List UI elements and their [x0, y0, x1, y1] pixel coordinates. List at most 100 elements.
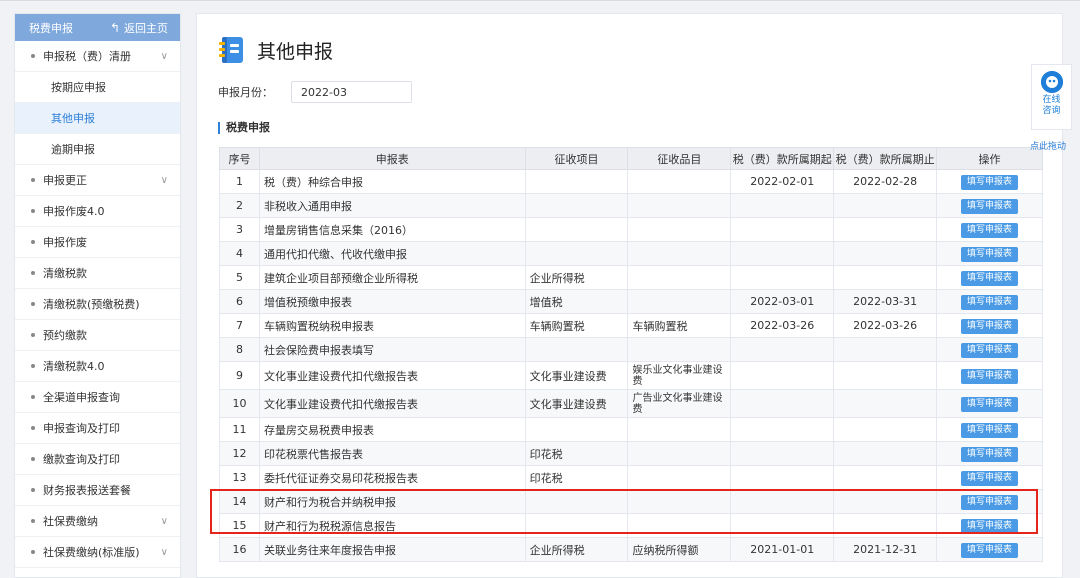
fill-form-button[interactable]: 填写申报表: [961, 318, 1019, 334]
table-cell-no: 8: [219, 337, 260, 362]
fill-form-button[interactable]: 填写申报表: [961, 294, 1019, 310]
fill-form-button[interactable]: 填写申报表: [961, 342, 1019, 358]
sidebar-group[interactable]: 申报作废4.0: [15, 196, 180, 227]
online-consult-widget[interactable]: 在线 咨询: [1031, 64, 1072, 130]
table-cell-start: [730, 337, 835, 362]
table-cell-no: 3: [219, 217, 260, 242]
sidebar-subitem[interactable]: 按期应申报: [15, 72, 180, 103]
table-cell-form: 财产和行为税税源信息报告: [258, 513, 526, 538]
table-cell-sub: [627, 513, 732, 538]
table-cell-action: 填写申报表: [936, 441, 1043, 466]
sidebar-group-label: 缴款查询及打印: [43, 453, 120, 466]
table-cell-item: 企业所得税: [524, 537, 629, 562]
fill-form-button[interactable]: 填写申报表: [961, 446, 1019, 462]
fill-form-button[interactable]: 填写申报表: [961, 368, 1019, 384]
sidebar-group[interactable]: 申报查询及打印: [15, 413, 180, 444]
table-row: 3 增量房销售信息采集（2016） 填写申报表: [219, 217, 1043, 242]
table-cell-item: 文化事业建设费: [524, 361, 629, 390]
table-cell-end: [833, 217, 938, 242]
fill-form-button[interactable]: 填写申报表: [961, 470, 1019, 486]
table-cell-end: [833, 513, 938, 538]
back-home-button[interactable]: ↰ 返回主页: [110, 20, 168, 36]
table-cell-start: 2021-01-01: [730, 537, 835, 562]
table-cell-end: [833, 193, 938, 218]
sidebar-group-label: 社保费缴纳(标准版): [43, 546, 140, 559]
sidebar-group[interactable]: 预约缴款: [15, 320, 180, 351]
sidebar-group-label: 申报作废4.0: [43, 205, 105, 218]
table-cell-action: 填写申报表: [936, 241, 1043, 266]
table-cell-end: 2022-03-26: [833, 313, 938, 338]
table-row: 16 关联业务往来年度报告申报 企业所得税 应纳税所得额 2021-01-01 2021-…: [219, 537, 1043, 562]
sidebar-group[interactable]: 财务报表报送套餐: [15, 475, 180, 506]
sidebar-group-left: 清缴税款: [31, 265, 87, 281]
sidebar-group[interactable]: 清缴税款4.0: [15, 351, 180, 382]
table-cell-no: 2: [219, 193, 260, 218]
fill-form-button[interactable]: 填写申报表: [961, 396, 1019, 412]
sidebar-group[interactable]: 申报税（费）清册 ∨: [15, 41, 180, 72]
fill-form-button[interactable]: 填写申报表: [961, 270, 1019, 286]
fill-form-button[interactable]: 填写申报表: [961, 174, 1019, 190]
fill-form-button[interactable]: 填写申报表: [961, 494, 1019, 510]
sidebar-group-left: 预约缴款: [31, 327, 87, 343]
table-cell-sub: [627, 193, 732, 218]
bullet-dot-icon: [31, 426, 35, 430]
table-cell-sub: [627, 217, 732, 242]
column-header: 税（费）款所属期止: [833, 147, 938, 170]
sidebar-subitem[interactable]: 逾期申报: [15, 134, 180, 165]
sidebar-group[interactable]: 缴款查询及打印: [15, 444, 180, 475]
chat-bot-icon: [1040, 71, 1063, 93]
table-cell-action: 填写申报表: [936, 217, 1043, 242]
column-header: 操作: [936, 147, 1043, 170]
table-cell-form: 文化事业建设费代扣代缴报告表: [258, 361, 526, 390]
table-cell-start: 2022-03-01: [730, 289, 835, 314]
column-header: 申报表: [258, 147, 526, 170]
fill-form-button[interactable]: 填写申报表: [961, 542, 1019, 558]
table-cell-action: 填写申报表: [936, 337, 1043, 362]
table-cell-form: 车辆购置税纳税申报表: [258, 313, 526, 338]
table-cell-start: [730, 417, 835, 442]
sidebar-group[interactable]: 社保费缴纳(标准版) ∨: [15, 537, 180, 568]
table-cell-end: [833, 361, 938, 390]
table-cell-end: [833, 489, 938, 514]
table-cell-no: 13: [219, 465, 260, 490]
sidebar-group[interactable]: 清缴税款: [15, 258, 180, 289]
sidebar-group[interactable]: 申报更正 ∨: [15, 165, 180, 196]
table-cell-start: [730, 217, 835, 242]
bullet-dot-icon: [31, 364, 35, 368]
page-title: 其他申报: [257, 40, 334, 63]
sidebar-group-label: 清缴税款: [43, 267, 87, 280]
drag-hint[interactable]: 点此拖动: [1030, 139, 1066, 152]
fill-form-button[interactable]: 填写申报表: [961, 246, 1019, 262]
fill-form-button[interactable]: 填写申报表: [961, 222, 1019, 238]
sidebar-group-label: 预约缴款: [43, 329, 87, 342]
sidebar-group[interactable]: 全渠道申报查询: [15, 382, 180, 413]
table-cell-no: 4: [219, 241, 260, 266]
sidebar-group-label: 清缴税款4.0: [43, 360, 105, 373]
table-cell-form: 关联业务往来年度报告申报: [258, 537, 526, 562]
fill-form-button[interactable]: 填写申报表: [961, 422, 1019, 438]
table-cell-action: 填写申报表: [936, 489, 1043, 514]
sidebar-group[interactable]: 清缴税款(预缴税费): [15, 289, 180, 320]
table-cell-end: [833, 441, 938, 466]
table-cell-item: 印花税: [524, 465, 629, 490]
table-cell-start: [730, 441, 835, 466]
bullet-dot-icon: [31, 302, 35, 306]
sidebar-group-left: 申报作废4.0: [31, 203, 105, 219]
bullet-dot-icon: [31, 54, 35, 58]
sidebar-group[interactable]: 申报作废: [15, 227, 180, 258]
table-cell-end: 2022-02-28: [833, 169, 938, 194]
table-cell-action: 填写申报表: [936, 361, 1043, 390]
consult-label-line2: 咨询: [1042, 106, 1061, 116]
table-cell-no: 11: [219, 417, 260, 442]
column-header: 序号: [219, 147, 260, 170]
bullet-dot-icon: [31, 209, 35, 213]
bullet-dot-icon: [31, 519, 35, 523]
month-input[interactable]: 2022-03: [291, 81, 412, 103]
sidebar-group[interactable]: 社保费缴纳 ∨: [15, 506, 180, 537]
section-title: 税费申报: [218, 122, 270, 134]
fill-form-button[interactable]: 填写申报表: [961, 518, 1019, 534]
fill-form-button[interactable]: 填写申报表: [961, 198, 1019, 214]
table-cell-start: [730, 241, 835, 266]
table-cell-item: [524, 217, 629, 242]
sidebar-subitem[interactable]: 其他申报: [15, 103, 180, 134]
